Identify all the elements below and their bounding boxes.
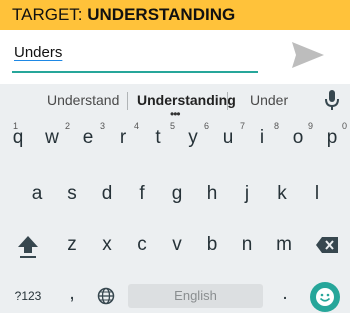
message-input[interactable]: Unders: [14, 44, 62, 61]
message-input-row: Unders: [0, 30, 350, 84]
key-w[interactable]: w: [42, 126, 62, 150]
hint-2: 2: [65, 121, 71, 131]
target-label: TARGET:: [12, 5, 88, 24]
hint-4: 4: [134, 121, 140, 131]
input-underline: [12, 71, 258, 73]
emoji-icon: [316, 288, 334, 306]
hint-1: 1: [13, 121, 19, 131]
send-icon[interactable]: [290, 40, 326, 70]
key-r[interactable]: r: [113, 126, 133, 150]
key-m[interactable]: m: [273, 233, 295, 257]
key-o[interactable]: o: [288, 126, 308, 150]
keyboard: Understand Understanding Under ••• q w e…: [0, 84, 350, 313]
space-bar[interactable]: English: [128, 284, 263, 308]
key-x[interactable]: x: [97, 233, 117, 257]
key-s[interactable]: s: [62, 182, 82, 206]
key-z[interactable]: z: [62, 233, 82, 257]
key-v[interactable]: v: [167, 233, 187, 257]
hint-3: 3: [100, 121, 106, 131]
key-i[interactable]: i: [252, 126, 272, 150]
shift-icon[interactable]: [17, 234, 39, 260]
comma-key[interactable]: ,: [65, 282, 79, 306]
suggestion-divider: [227, 92, 228, 110]
key-l[interactable]: l: [307, 182, 327, 206]
suggestion-bar: Understand Understanding Under •••: [0, 84, 350, 120]
more-suggestions-indicator[interactable]: •••: [170, 108, 181, 120]
hint-7: 7: [240, 121, 246, 131]
key-g[interactable]: g: [167, 182, 187, 206]
key-p[interactable]: p: [322, 126, 342, 150]
key-e[interactable]: e: [78, 126, 98, 150]
backspace-icon[interactable]: [315, 236, 339, 254]
hint-9: 9: [308, 121, 314, 131]
key-c[interactable]: c: [132, 233, 152, 257]
key-h[interactable]: h: [202, 182, 222, 206]
key-n[interactable]: n: [237, 233, 257, 257]
globe-icon[interactable]: [97, 287, 115, 305]
key-d[interactable]: d: [97, 182, 117, 206]
mic-icon[interactable]: [324, 89, 340, 111]
key-u[interactable]: u: [218, 126, 238, 150]
hint-5: 5: [170, 121, 176, 131]
key-t[interactable]: t: [148, 126, 168, 150]
symbols-key[interactable]: ?123: [8, 284, 48, 308]
suggestion-2[interactable]: Understanding: [137, 92, 236, 108]
target-word: UNDERSTANDING: [87, 5, 236, 24]
key-b[interactable]: b: [202, 233, 222, 257]
hint-8: 8: [274, 121, 280, 131]
target-banner: TARGET: UNDERSTANDING: [0, 0, 350, 30]
suggestion-divider: [127, 92, 128, 110]
key-j[interactable]: j: [237, 182, 257, 206]
suggestion-3[interactable]: Under: [250, 92, 288, 108]
hint-0: 0: [342, 121, 348, 131]
emoji-button[interactable]: [310, 282, 340, 312]
key-k[interactable]: k: [272, 182, 292, 206]
key-f[interactable]: f: [132, 182, 152, 206]
period-key[interactable]: .: [278, 282, 292, 306]
hint-6: 6: [204, 121, 210, 131]
suggestion-1[interactable]: Understand: [47, 92, 119, 108]
key-a[interactable]: a: [27, 182, 47, 206]
key-y[interactable]: y: [183, 126, 203, 150]
